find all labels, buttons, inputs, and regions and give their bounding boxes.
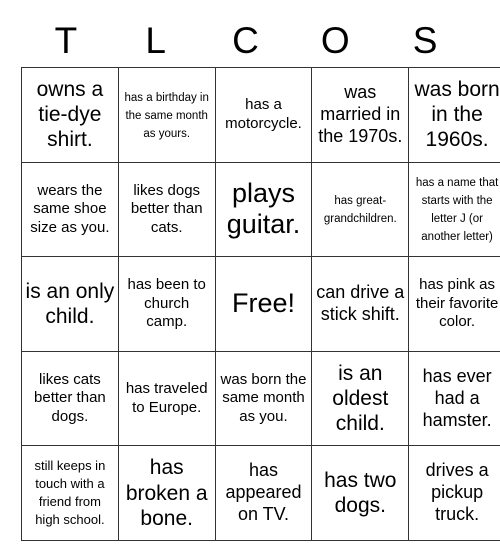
bingo-cell[interactable]: can drive a stick shift. — [311, 256, 410, 352]
bingo-cell-text: has ever had a hamster. — [422, 365, 492, 430]
bingo-cell-text: was born the same month as you. — [220, 370, 307, 425]
bingo-cell[interactable]: has a motorcycle. — [214, 67, 313, 163]
bingo-cell-text: likes cats better than dogs. — [34, 370, 106, 425]
bingo-cell[interactable]: still keeps in touch with a friend from … — [21, 445, 119, 541]
bingo-cell[interactable]: plays guitar. — [214, 161, 313, 258]
bingo-header-letter-4: O — [320, 20, 350, 61]
bingo-cell[interactable]: has a name that starts with the letter J… — [408, 161, 500, 258]
bingo-cell[interactable]: owns a tie-dye shirt. — [21, 67, 119, 163]
bingo-cell-text: has a birthday in the same month as your… — [124, 91, 209, 140]
bingo-header-letter-2: L — [145, 20, 166, 61]
bingo-row: wears the same shoe size as you. likes d… — [21, 161, 500, 258]
bingo-cell-text: is an oldest child. — [332, 361, 389, 436]
bingo-cell-text: has two dogs. — [324, 468, 397, 518]
bingo-cell-text: has appeared on TV. — [225, 460, 302, 525]
bingo-cell-text: was born in the 1960s. — [414, 78, 500, 152]
bingo-header-letter-5: S — [412, 20, 438, 61]
bingo-row: still keeps in touch with a friend from … — [21, 445, 500, 541]
bingo-cell-text: is an only child. — [25, 279, 115, 328]
bingo-cell-text: owns a tie-dye shirt. — [36, 78, 104, 152]
bingo-cell-text: likes dogs better than cats. — [130, 181, 203, 236]
bingo-cell-text: has broken a bone. — [125, 456, 208, 530]
bingo-cell[interactable]: has ever had a hamster. — [408, 350, 500, 447]
bingo-cell[interactable]: is an oldest child. — [311, 350, 410, 447]
bingo-card: T L C O S owns a tie-dye shirt. has a bi… — [21, 14, 500, 541]
bingo-cell[interactable]: was born the same month as you. — [214, 350, 313, 447]
bingo-cell-text: drives a pickup truck. — [425, 460, 489, 525]
bingo-cell-text: wears the same shoe size as you. — [30, 181, 110, 236]
bingo-cell[interactable]: likes cats better than dogs. — [21, 350, 119, 447]
bingo-cell[interactable]: has traveled to Europe. — [117, 350, 216, 447]
bingo-cell[interactable]: was married in the 1970s. — [311, 67, 410, 163]
bingo-free-space-text: Free! — [231, 288, 295, 319]
bingo-cell[interactable]: has pink as their favorite color. — [408, 256, 500, 352]
bingo-cell-text: still keeps in touch with a friend from … — [34, 458, 106, 528]
bingo-cell[interactable]: was born in the 1960s. — [408, 67, 500, 163]
bingo-cell[interactable]: has great-grandchildren. — [311, 161, 410, 258]
bingo-cell-text: has great-grandchildren. — [323, 195, 397, 226]
bingo-cell[interactable]: is an only child. — [21, 256, 119, 352]
bingo-cell[interactable]: has appeared on TV. — [214, 445, 313, 541]
bingo-cell[interactable]: drives a pickup truck. — [408, 445, 500, 541]
bingo-cell-text: has a motorcycle. — [225, 96, 302, 132]
bingo-row: is an only child. has been to church cam… — [21, 256, 500, 352]
bingo-cell-text: has been to church camp. — [127, 276, 206, 331]
bingo-row: owns a tie-dye shirt. has a birthday in … — [21, 67, 500, 163]
bingo-header-letter-3: C — [232, 20, 259, 61]
bingo-header-row: T L C O S — [21, 14, 470, 67]
bingo-cell-text: plays guitar. — [226, 178, 301, 240]
bingo-cell-text: can drive a stick shift. — [316, 282, 405, 324]
bingo-cell-free[interactable]: Free! — [214, 256, 313, 352]
bingo-cell[interactable]: has been to church camp. — [117, 256, 216, 352]
bingo-grid: owns a tie-dye shirt. has a birthday in … — [21, 67, 500, 541]
bingo-cell[interactable]: has a birthday in the same month as your… — [117, 67, 216, 163]
bingo-cell-text: has a name that starts with the letter J… — [415, 177, 499, 244]
bingo-cell-text: was married in the 1970s. — [318, 81, 403, 146]
bingo-row: likes cats better than dogs. has travele… — [21, 350, 500, 447]
bingo-cell[interactable]: has two dogs. — [311, 445, 410, 541]
bingo-cell[interactable]: wears the same shoe size as you. — [21, 161, 119, 258]
bingo-cell-text: has traveled to Europe. — [125, 379, 208, 416]
bingo-cell[interactable]: likes dogs better than cats. — [117, 161, 216, 258]
bingo-cell-text: has pink as their favorite color. — [415, 276, 499, 331]
bingo-header-letter-1: T — [54, 20, 78, 61]
bingo-cell[interactable]: has broken a bone. — [117, 445, 216, 541]
